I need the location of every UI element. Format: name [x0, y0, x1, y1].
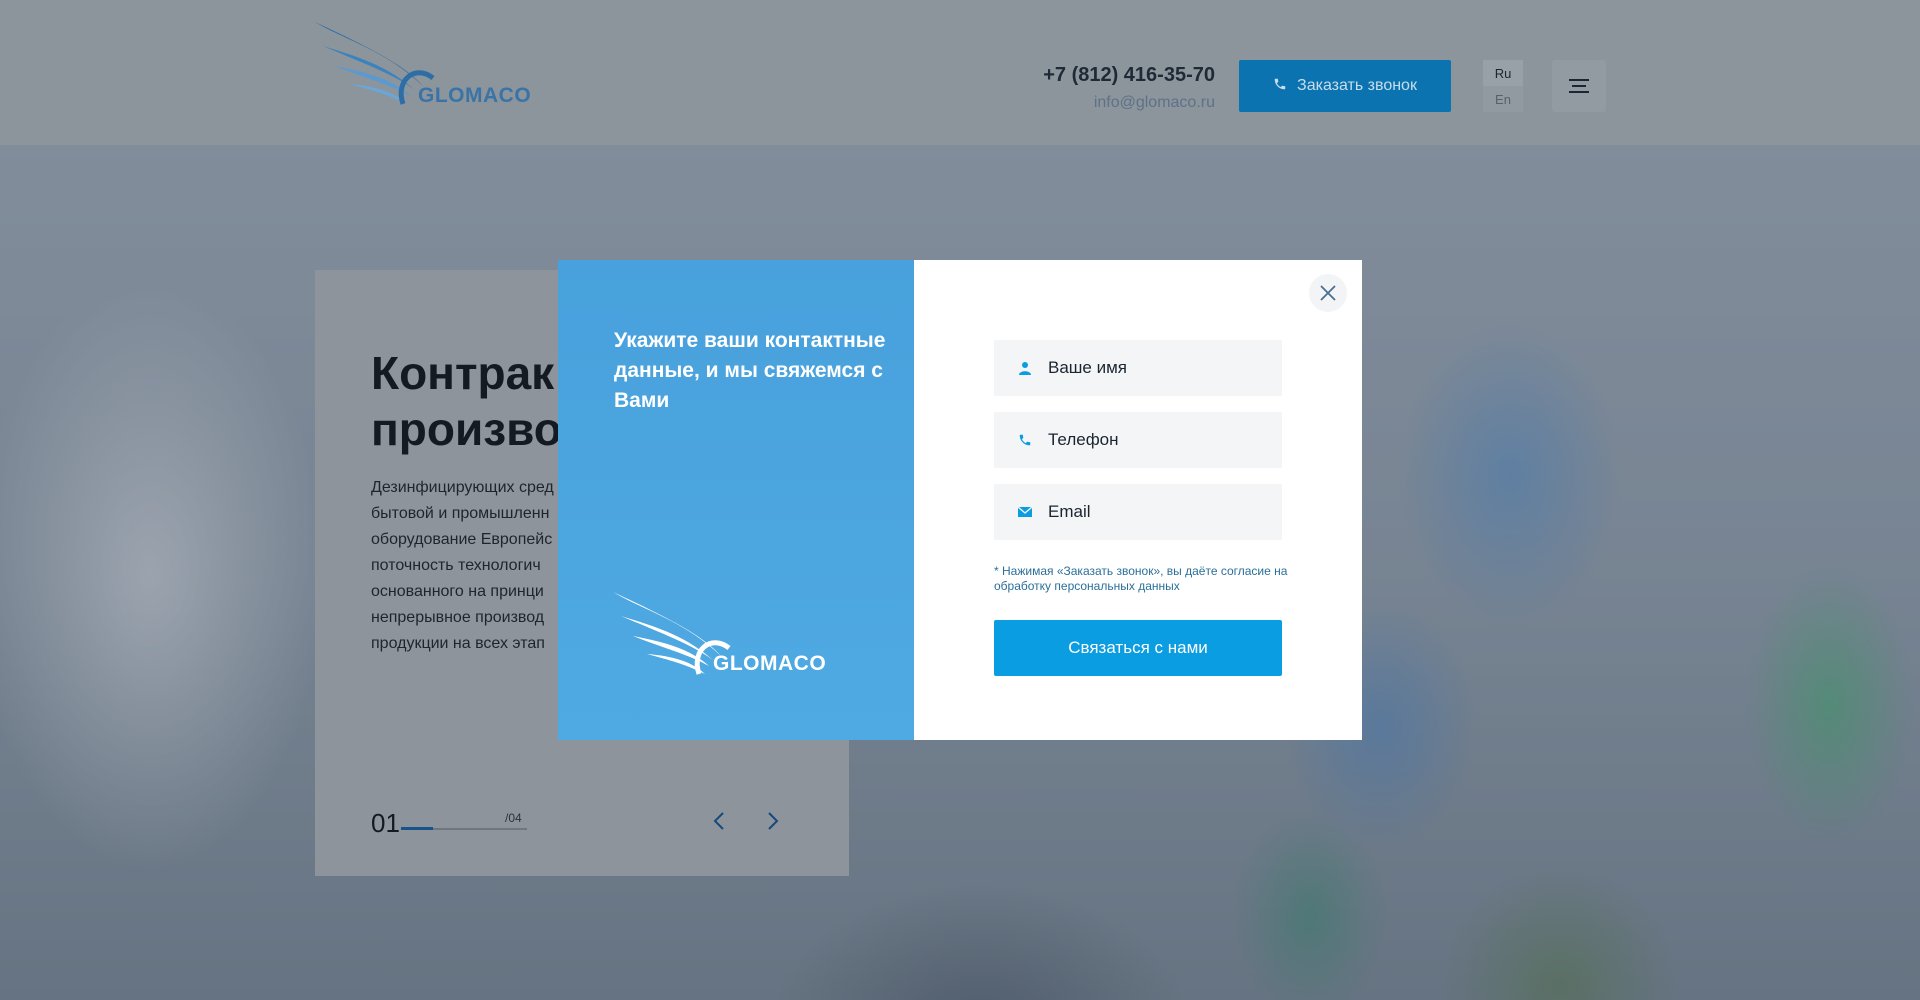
contact-us-button[interactable]: Связаться с нами [994, 620, 1282, 676]
slide-total-number: /04 [505, 811, 522, 825]
logo-text: GLOMACO [418, 84, 532, 107]
modal-logo-text: GLOMACO [713, 652, 827, 675]
header-phone[interactable]: +7 (812) 416-35-70 [1043, 64, 1215, 87]
modal-info-panel: Укажите ваши контактные данные, и мы свя… [558, 260, 914, 740]
email-placeholder: Email [1048, 502, 1091, 521]
phone-icon [1016, 433, 1034, 447]
glomaco-logo[interactable]: GLOMACO [315, 20, 531, 110]
phone-icon [1273, 77, 1287, 96]
close-icon [1320, 285, 1336, 301]
menu-button[interactable] [1552, 60, 1606, 112]
modal-form-panel: Ваше имя Телефон Email * Нажимая «Заказа… [914, 260, 1362, 740]
lang-ru[interactable]: Ru [1483, 60, 1523, 86]
name-field[interactable]: Ваше имя [994, 340, 1282, 396]
envelope-icon [1016, 506, 1034, 518]
modal-title: Укажите ваши контактные данные, и мы свя… [614, 329, 886, 412]
chevron-left-icon [713, 812, 724, 830]
email-field[interactable]: Email [994, 484, 1282, 540]
site-header: GLOMACO +7 (812) 416-35-70 info@glomaco.… [0, 0, 1920, 145]
lang-en[interactable]: En [1483, 86, 1523, 112]
language-switcher: Ru En [1483, 60, 1523, 112]
order-call-label: Заказать звонок [1297, 77, 1417, 94]
name-placeholder: Ваше имя [1048, 358, 1127, 377]
slide-next-button[interactable] [760, 808, 786, 834]
slide-progress-fill [401, 827, 433, 830]
callback-modal: Укажите ваши контактные данные, и мы свя… [558, 260, 1362, 740]
order-call-button[interactable]: Заказать звонок [1239, 60, 1451, 112]
consent-note: * Нажимая «Заказать звонок», вы даёте со… [994, 564, 1288, 593]
chevron-right-icon [768, 812, 779, 830]
user-icon [1016, 361, 1034, 375]
modal-close-button[interactable] [1309, 274, 1347, 312]
phone-field[interactable]: Телефон [994, 412, 1282, 468]
header-email[interactable]: info@glomaco.ru [1094, 94, 1215, 112]
hamburger-icon [1569, 79, 1589, 93]
phone-placeholder: Телефон [1048, 430, 1119, 449]
slide-prev-button[interactable] [706, 808, 732, 834]
modal-logo: GLOMACO [613, 590, 826, 680]
slide-current-number: 01 [371, 808, 400, 838]
